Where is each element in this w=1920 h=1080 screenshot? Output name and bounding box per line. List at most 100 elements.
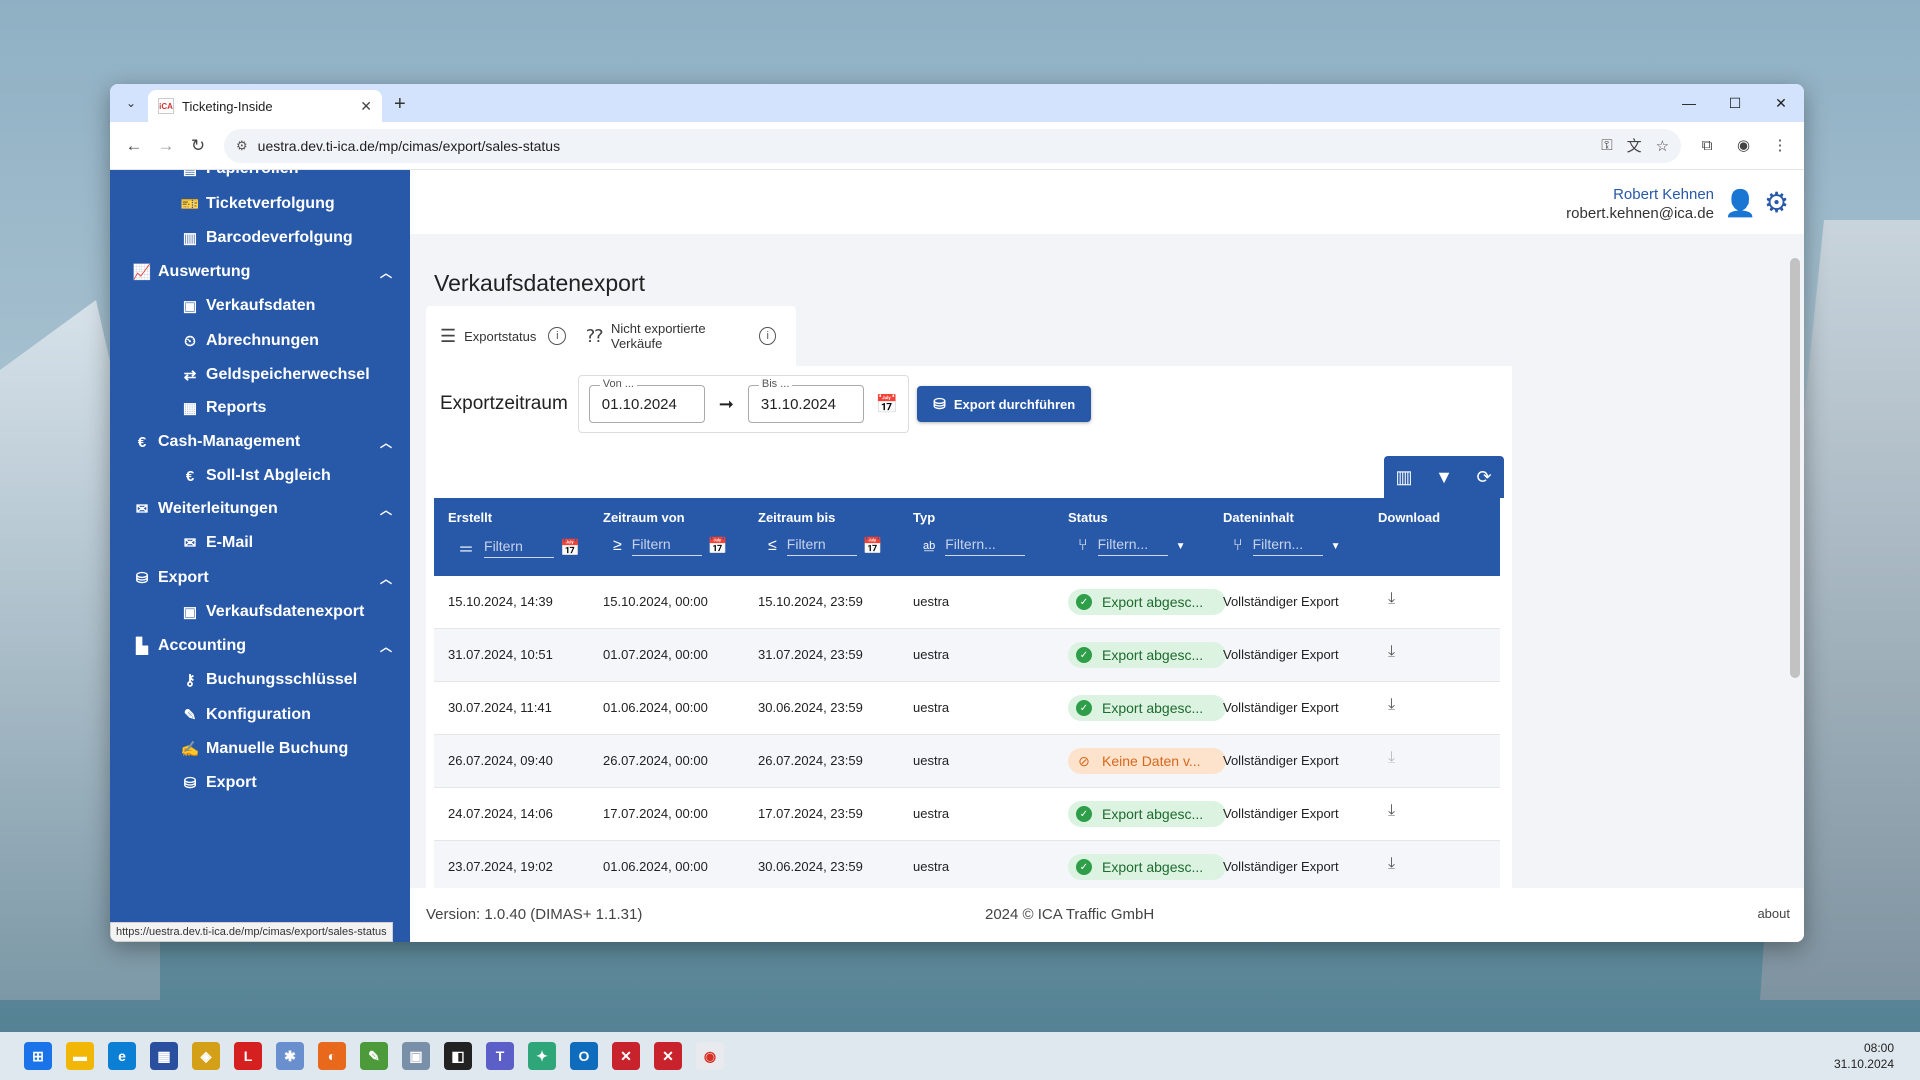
info-icon[interactable]: i: [548, 327, 567, 345]
app-icon[interactable]: ✦: [528, 1042, 556, 1070]
sidebar-group-cash-management[interactable]: € Cash-Management ︿: [132, 425, 392, 459]
firefox-icon[interactable]: ◐: [318, 1042, 346, 1070]
scrollbar-thumb[interactable]: [1790, 258, 1800, 678]
maximize-button[interactable]: ☐: [1712, 84, 1758, 122]
notepad-icon[interactable]: ✎: [360, 1042, 388, 1070]
reload-button[interactable]: ↻: [182, 130, 214, 162]
columns-icon[interactable]: ▥: [1384, 467, 1424, 488]
download-icon[interactable]: ⤓: [1388, 749, 1395, 767]
sidebar-item-konfiguration[interactable]: ✎ Konfiguration: [180, 698, 311, 732]
refresh-icon[interactable]: ⟳: [1464, 467, 1504, 488]
sidebar-group-weiterleitungen[interactable]: ✉ Weiterleitungen ︿: [132, 492, 392, 526]
forward-button[interactable]: →: [150, 130, 182, 162]
tab-nicht-exportierte[interactable]: ⁇ Nicht exportierte Verkäufe i: [586, 321, 776, 351]
sidebar-group-auswertung[interactable]: 📈 Auswertung ︿: [132, 255, 392, 289]
download-icon[interactable]: ⤓: [1388, 696, 1395, 714]
table-row[interactable]: 26.07.2024, 09:40 26.07.2024, 00:00 26.07.…: [434, 735, 1500, 788]
table-row[interactable]: 15.10.2024, 14:39 15.10.2024, 00:00 15.10.…: [434, 576, 1500, 629]
store-icon[interactable]: ▦: [150, 1042, 178, 1070]
browser-tab[interactable]: iCA Ticketing-Inside ✕: [148, 90, 382, 122]
download-icon[interactable]: ⤓: [1388, 643, 1395, 661]
browser-menu-icon[interactable]: ⋮: [1764, 136, 1796, 154]
column-header-status[interactable]: Status: [1068, 510, 1108, 525]
app-icon[interactable]: ✕: [612, 1042, 640, 1070]
filter-typ[interactable]: a͟b Filtern...: [923, 536, 1026, 556]
app-l-icon[interactable]: L: [234, 1042, 262, 1070]
sidebar-item-geldspeicherwechsel[interactable]: ⇄ Geldspeicherwechsel: [180, 358, 370, 392]
user-name[interactable]: Robert Kehnen: [1613, 186, 1714, 203]
profile-icon[interactable]: ◉: [1728, 136, 1760, 154]
calendar-icon[interactable]: 📅: [863, 536, 883, 556]
sidebar-item-verkaufsdaten[interactable]: ▣ Verkaufsdaten: [180, 289, 315, 323]
filter-icon[interactable]: ▼: [1424, 467, 1464, 488]
filter-zeitraum-von[interactable]: ≥ Filtern 📅: [613, 536, 728, 556]
sidebar-item-buchungsschluessel[interactable]: ⚷ Buchungsschlüssel: [180, 663, 358, 697]
calendar-icon[interactable]: 📅: [876, 394, 898, 415]
minimize-button[interactable]: —: [1666, 84, 1712, 122]
translate-icon[interactable]: 文: [1627, 135, 1642, 156]
sidebar-group-export[interactable]: ⛁ Export ︿: [132, 561, 392, 595]
sidebar-item-soll-ist-abgleich[interactable]: € Soll-Ist Abgleich: [180, 459, 331, 493]
sidebar-item-abrechnungen[interactable]: ⏲ Abrechnungen: [180, 324, 319, 358]
sidebar-item-email[interactable]: ✉ E-Mail: [180, 526, 253, 560]
chrome-icon[interactable]: ◉: [696, 1042, 724, 1070]
info-icon[interactable]: i: [759, 327, 776, 345]
sidebar-item-manuelle-buchung[interactable]: ✍ Manuelle Buchung: [180, 732, 349, 766]
scrollbar[interactable]: [1790, 240, 1800, 890]
back-button[interactable]: ←: [118, 130, 150, 162]
sidebar-group-accounting[interactable]: ▙ Accounting ︿: [132, 629, 392, 663]
app-icon[interactable]: ✱: [276, 1042, 304, 1070]
bookmark-star-icon[interactable]: ☆: [1656, 137, 1669, 155]
table-row[interactable]: 30.07.2024, 11:41 01.06.2024, 00:00 30.06.…: [434, 682, 1500, 735]
sidebar-item-papierrollen[interactable]: ▤Papierrollen: [180, 170, 299, 186]
close-window-button[interactable]: ✕: [1758, 84, 1804, 122]
user-icon[interactable]: 👤: [1724, 188, 1756, 218]
address-bar[interactable]: ⚙ uestra.dev.ti-ica.de/mp/cimas/export/s…: [224, 128, 1682, 163]
app-icon[interactable]: ▣: [402, 1042, 430, 1070]
column-header-typ[interactable]: Typ: [913, 510, 935, 525]
close-tab-icon[interactable]: ✕: [360, 98, 372, 115]
outlook-icon[interactable]: O: [570, 1042, 598, 1070]
start-icon[interactable]: ⊞: [24, 1042, 52, 1070]
column-header-dateninhalt[interactable]: Dateninhalt: [1223, 510, 1294, 525]
filter-erstellt[interactable]: ＝ Filtern 📅: [458, 536, 580, 560]
calendar-icon[interactable]: 📅: [560, 538, 580, 558]
calendar-icon[interactable]: 📅: [708, 536, 728, 556]
file-explorer-icon[interactable]: ▬: [66, 1042, 94, 1070]
download-icon[interactable]: ⤓: [1388, 802, 1395, 820]
table-row[interactable]: 31.07.2024, 10:51 01.07.2024, 00:00 31.07.…: [434, 629, 1500, 682]
column-header-download[interactable]: Download: [1378, 510, 1440, 525]
app-icon[interactable]: ◧: [444, 1042, 472, 1070]
sidebar-item-reports[interactable]: ▦ Reports: [180, 391, 267, 425]
sidebar-item-ticketverfolgung[interactable]: 🎫 Ticketverfolgung: [180, 187, 335, 221]
column-header-zeitraum-von[interactable]: Zeitraum von: [603, 510, 685, 525]
tab-exportstatus[interactable]: ☰ Exportstatus i: [440, 326, 567, 347]
teams-icon[interactable]: T: [486, 1042, 514, 1070]
from-date-field[interactable]: Von ... 01.10.2024: [588, 378, 705, 423]
sidebar-item-verkaufsdatenexport[interactable]: ▣ Verkaufsdatenexport: [180, 595, 364, 629]
system-clock[interactable]: 08:00 31.10.2024: [1834, 1040, 1894, 1072]
tab-search-button[interactable]: ⌄: [116, 88, 146, 118]
filter-status[interactable]: ⑂ Filtern... ▼: [1078, 536, 1186, 556]
password-key-icon[interactable]: ⚿: [1601, 137, 1612, 154]
sidebar-item-accounting-export[interactable]: ⛁ Export: [180, 766, 257, 800]
edge-icon[interactable]: e: [108, 1042, 136, 1070]
table-row[interactable]: 23.07.2024, 19:02 01.06.2024, 00:00 30.06.…: [434, 841, 1500, 894]
download-icon[interactable]: ⤓: [1388, 590, 1395, 608]
column-header-erstellt[interactable]: Erstellt: [448, 510, 492, 525]
gear-icon[interactable]: ⚙: [1764, 186, 1794, 218]
filter-dateninhalt[interactable]: ⑂ Filtern... ▼: [1233, 536, 1341, 556]
extensions-icon[interactable]: ⧉: [1691, 137, 1723, 154]
app-icon[interactable]: ◈: [192, 1042, 220, 1070]
new-tab-button[interactable]: +: [394, 93, 406, 116]
to-date-field[interactable]: Bis ... 31.10.2024: [747, 378, 864, 423]
export-button[interactable]: ⛁ Export durchführen: [917, 386, 1092, 422]
download-icon[interactable]: ⤓: [1388, 855, 1395, 873]
filter-zeitraum-bis[interactable]: ≤ Filtern 📅: [768, 536, 883, 556]
about-link[interactable]: about: [1757, 906, 1790, 921]
table-row[interactable]: 24.07.2024, 14:06 17.07.2024, 00:00 17.07.…: [434, 788, 1500, 841]
site-info-icon[interactable]: ⚙: [236, 138, 248, 154]
column-header-zeitraum-bis[interactable]: Zeitraum bis: [758, 510, 835, 525]
sidebar-item-barcodeverfolgung[interactable]: ▥ Barcodeverfolgung: [180, 221, 353, 255]
app-icon[interactable]: ✕: [654, 1042, 682, 1070]
